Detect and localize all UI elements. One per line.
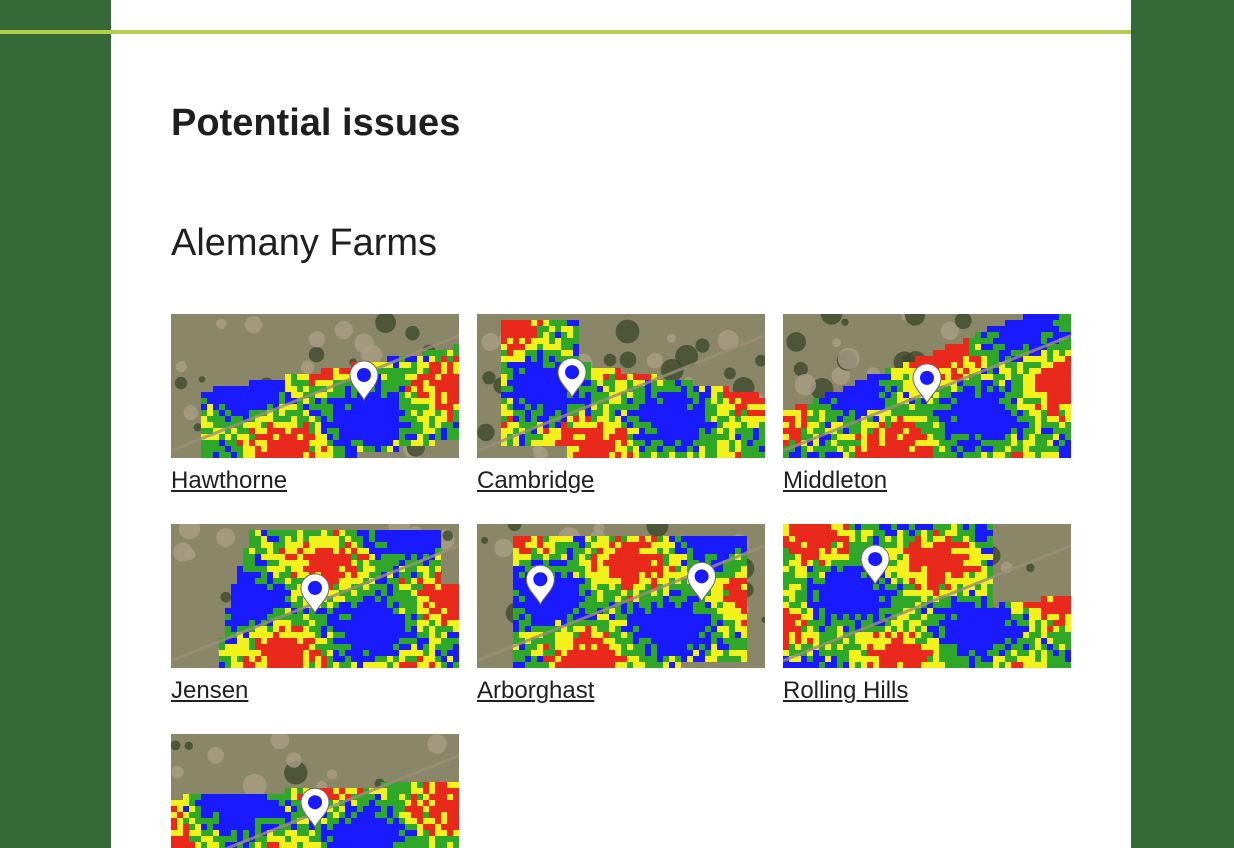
field-map-thumbnail[interactable] (171, 524, 459, 668)
field-card-middleton[interactable]: Middleton (783, 314, 1071, 496)
vegetation-heatmap (783, 524, 1071, 668)
header-accent-line (0, 30, 111, 34)
field-card-7[interactable] (171, 734, 459, 848)
main-content-card: Potential issues Alemany Farms Hawthorne… (111, 0, 1131, 848)
card-accent-line (111, 30, 1131, 34)
field-map-thumbnail[interactable] (171, 734, 459, 848)
field-link-arborghast[interactable]: Arborghast (477, 676, 765, 706)
field-card-rolling-hills[interactable]: Rolling Hills (783, 524, 1071, 706)
field-map-thumbnail[interactable] (783, 314, 1071, 458)
field-card-jensen[interactable]: Jensen (171, 524, 459, 706)
field-map-thumbnail[interactable] (477, 314, 765, 458)
vegetation-heatmap (477, 314, 765, 458)
field-map-thumbnail[interactable] (783, 524, 1071, 668)
field-link-middleton[interactable]: Middleton (783, 466, 1071, 496)
field-card-cambridge[interactable]: Cambridge (477, 314, 765, 496)
field-link-rolling-hills[interactable]: Rolling Hills (783, 676, 1071, 706)
page-title: Potential issues (171, 102, 461, 144)
vegetation-heatmap (171, 734, 459, 848)
vegetation-heatmap (171, 524, 459, 668)
field-map-thumbnail[interactable] (171, 314, 459, 458)
vegetation-heatmap (477, 524, 765, 668)
field-card-hawthorne[interactable]: Hawthorne (171, 314, 459, 496)
field-link-jensen[interactable]: Jensen (171, 676, 459, 706)
field-map-thumbnail[interactable] (477, 524, 765, 668)
field-link-hawthorne[interactable]: Hawthorne (171, 466, 459, 496)
vegetation-heatmap (783, 314, 1071, 458)
field-link-cambridge[interactable]: Cambridge (477, 466, 765, 496)
field-card-arborghast[interactable]: Arborghast (477, 524, 765, 706)
vegetation-heatmap (171, 314, 459, 458)
farm-name-heading: Alemany Farms (171, 222, 438, 264)
